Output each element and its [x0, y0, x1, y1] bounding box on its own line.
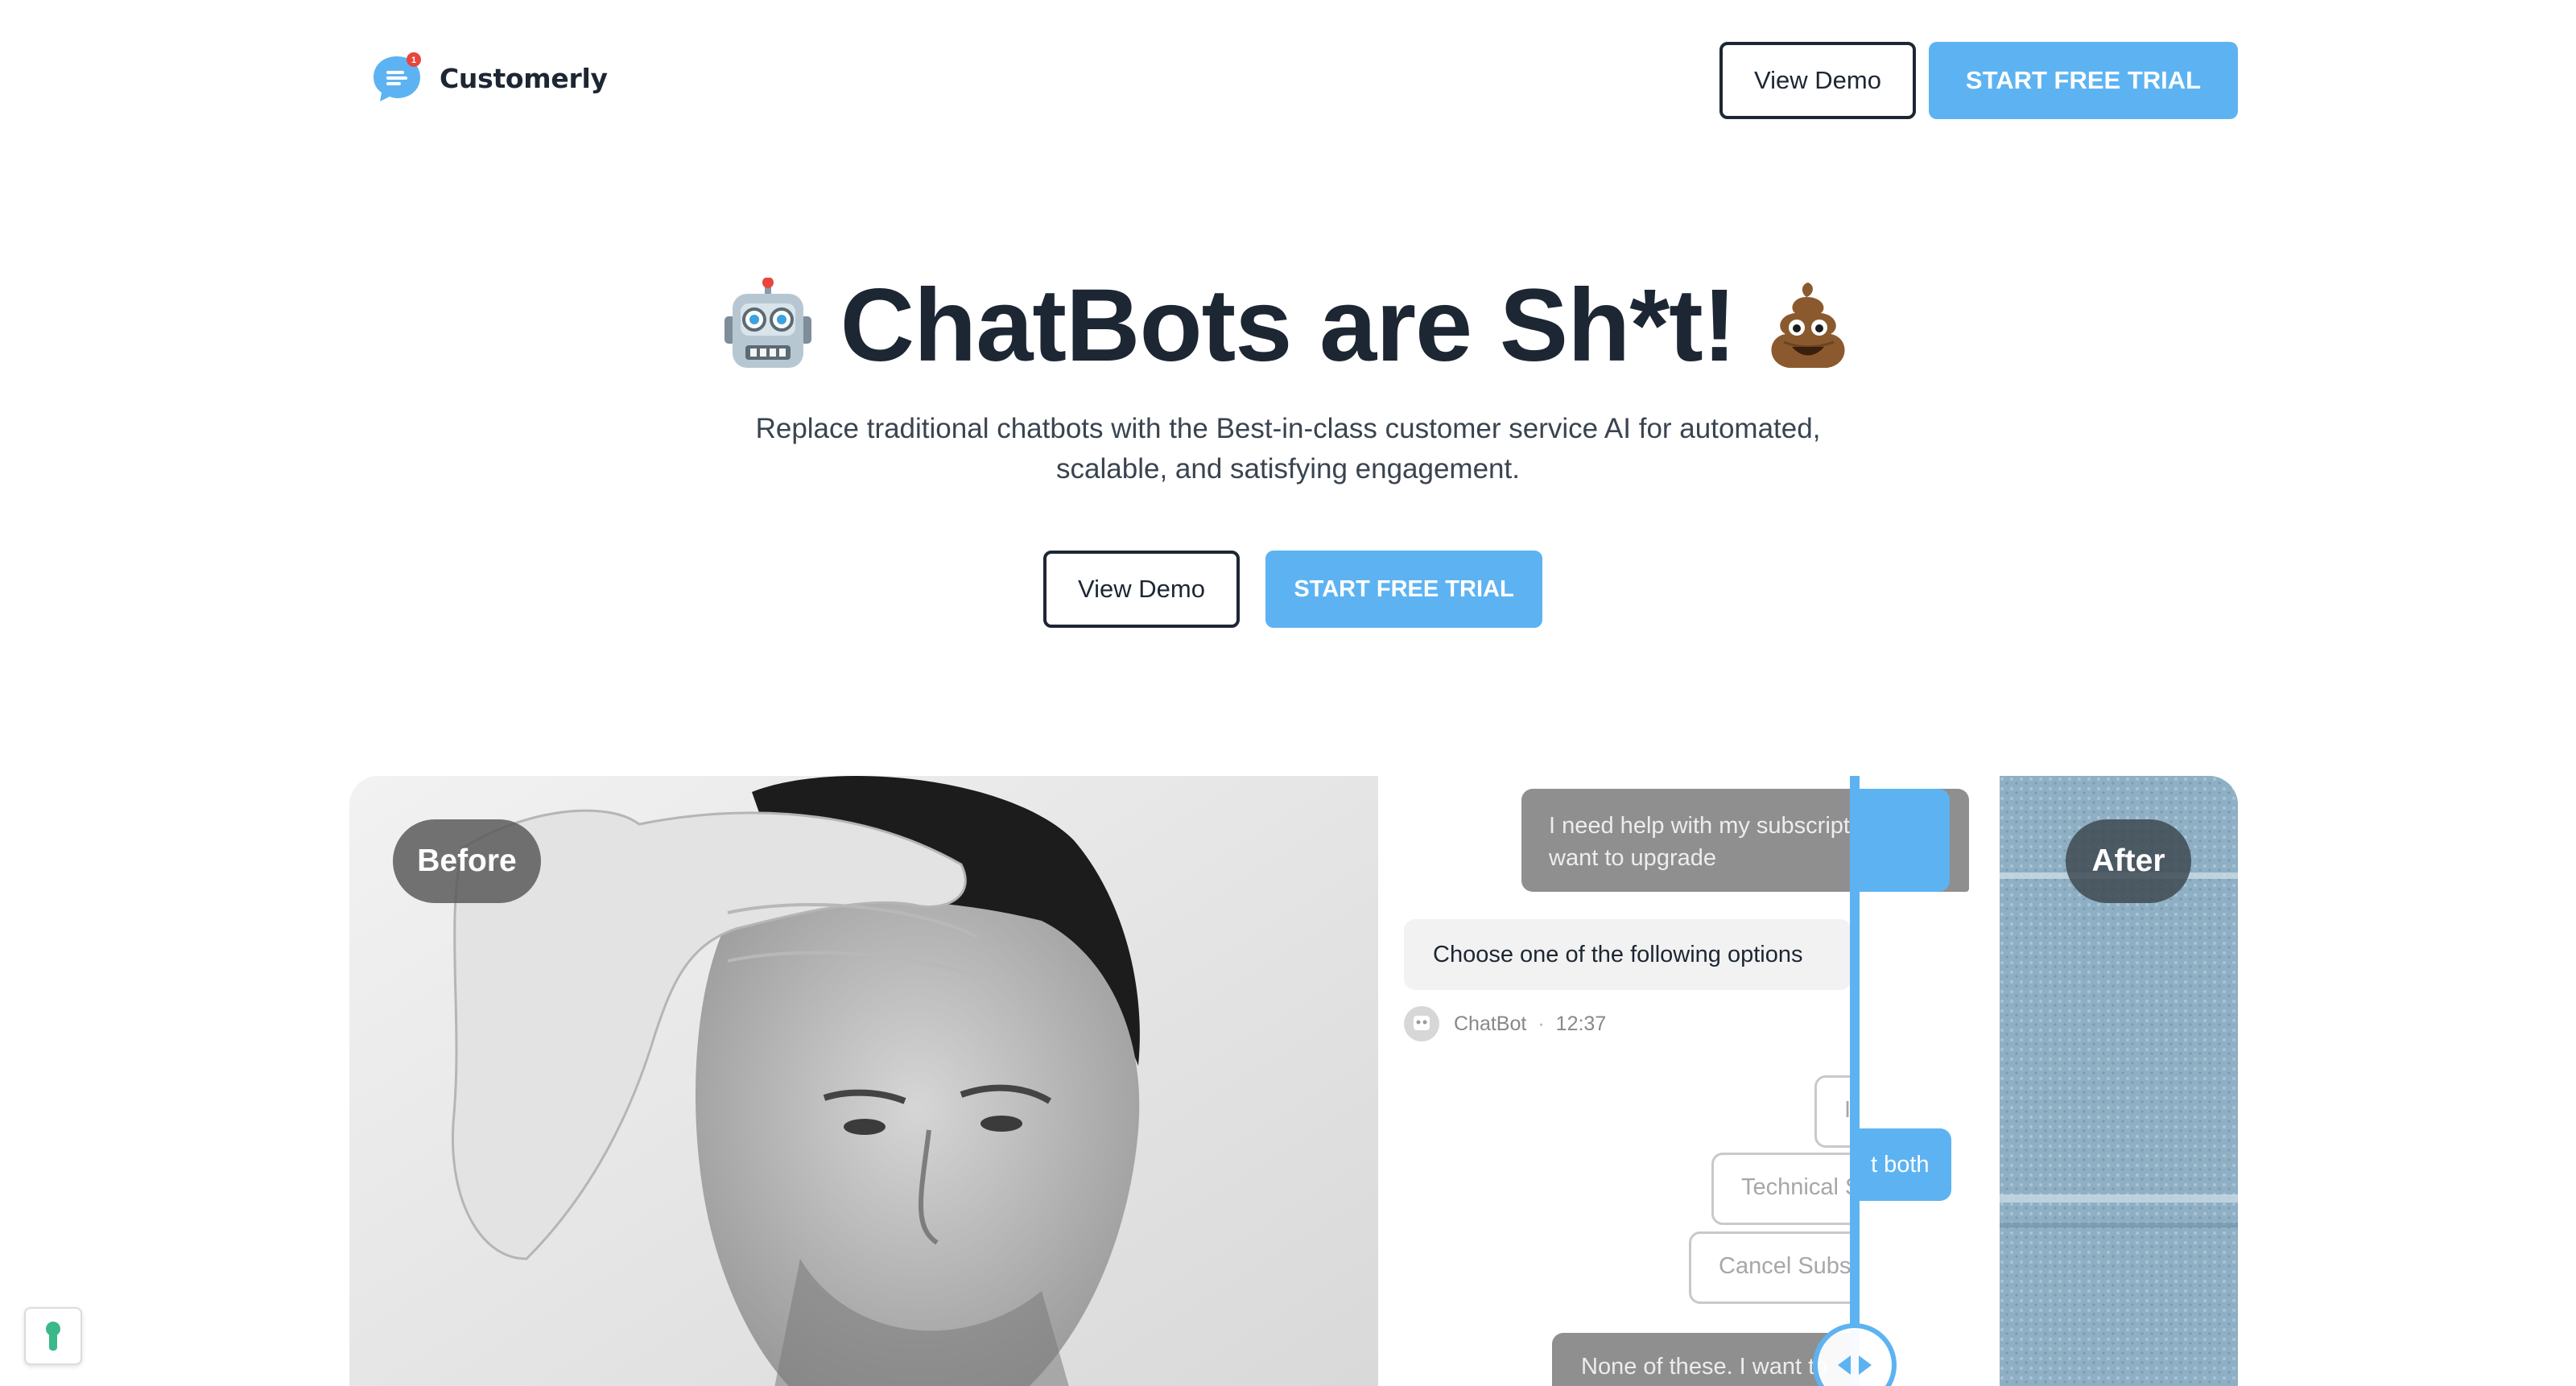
- arrow-right-icon: [1859, 1355, 1872, 1375]
- after-option-fragment: t both: [1858, 1128, 1951, 1201]
- user-message-2-clip: None of these. I want to: [1378, 1333, 1856, 1386]
- before-after-comparison: Before I need help with my subscription.…: [349, 776, 2238, 1386]
- robot-face-icon: [724, 278, 811, 368]
- chat-bubble-logo-icon: 1: [370, 52, 423, 105]
- user-message-2-bubble: None of these. I want to: [1552, 1333, 1856, 1386]
- hero-heading: ChatBots are Sh*t!: [840, 268, 1737, 383]
- arrow-left-icon: [1838, 1355, 1851, 1375]
- hero-start-trial-button[interactable]: START FREE TRIAL: [1265, 551, 1542, 628]
- brand-logo[interactable]: 1 Customerly: [370, 50, 608, 106]
- comparison-divider[interactable]: [1850, 776, 1860, 1386]
- frustrated-man-photo: Before: [349, 776, 1378, 1386]
- after-label: After: [2066, 819, 2191, 903]
- privacy-settings-button[interactable]: [24, 1307, 82, 1365]
- chatbot-options: In Technical S Cancel Subsc: [1378, 776, 1856, 1386]
- notification-badge: 1: [411, 56, 416, 65]
- brand-name: Customerly: [440, 62, 608, 94]
- pile-of-poo-icon: [1771, 283, 1845, 368]
- hero-subtitle: Replace traditional chatbots with the Be…: [755, 413, 1821, 485]
- header-start-trial-button[interactable]: START FREE TRIAL: [1929, 42, 2238, 119]
- keyhole-icon: [46, 1322, 60, 1351]
- hero-view-demo-button[interactable]: View Demo: [1043, 551, 1240, 628]
- option-button[interactable]: Technical S: [1711, 1153, 1856, 1225]
- hero-title: ChatBots are Sh*t!: [0, 258, 2576, 394]
- header-view-demo-button[interactable]: View Demo: [1719, 42, 1916, 119]
- after-user-message-fragment: [1858, 789, 1950, 892]
- before-label: Before: [393, 819, 541, 903]
- after-textured-photo: After: [2000, 776, 2238, 1386]
- option-button[interactable]: Cancel Subsc: [1689, 1231, 1856, 1304]
